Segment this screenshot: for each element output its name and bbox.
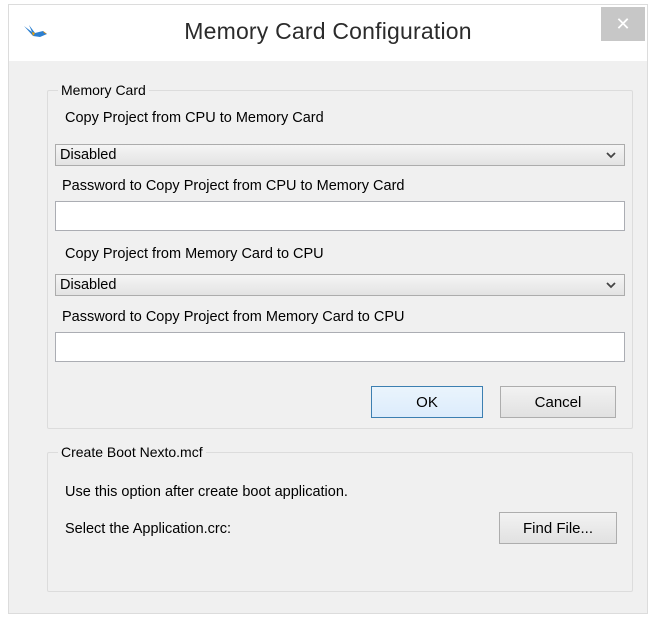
cancel-button[interactable]: Cancel	[500, 386, 616, 418]
create-boot-legend: Create Boot Nexto.mcf	[58, 444, 206, 460]
password-card-to-cpu-field[interactable]	[55, 332, 625, 362]
select-application-label: Select the Application.crc:	[65, 521, 232, 537]
title-bar[interactable]: Memory Card Configuration ✕	[9, 5, 647, 61]
copy-cpu-to-card-value: Disabled	[60, 147, 117, 163]
copy-card-to-cpu-label: Copy Project from Memory Card to CPU	[65, 246, 324, 262]
memory-card-configuration-dialog: Memory Card Configuration ✕ Memory Card …	[8, 4, 648, 614]
close-button[interactable]: ✕	[601, 7, 645, 41]
copy-cpu-to-card-select[interactable]: Disabled	[55, 144, 625, 166]
boot-info-text: Use this option after create boot applic…	[65, 484, 348, 500]
close-icon: ✕	[615, 13, 631, 34]
memory-card-legend: Memory Card	[58, 82, 149, 98]
chevron-down-icon	[606, 282, 616, 289]
ok-button[interactable]: OK	[371, 386, 483, 418]
password-cpu-to-card-label: Password to Copy Project from CPU to Mem…	[62, 178, 405, 194]
chevron-down-icon	[606, 152, 616, 159]
find-file-button[interactable]: Find File...	[499, 512, 617, 544]
copy-cpu-to-card-label: Copy Project from CPU to Memory Card	[65, 110, 324, 126]
copy-card-to-cpu-select[interactable]: Disabled	[55, 274, 625, 296]
window-title: Memory Card Configuration	[184, 18, 472, 44]
password-card-to-cpu-label: Password to Copy Project from Memory Car…	[62, 309, 405, 325]
password-cpu-to-card-field[interactable]	[55, 201, 625, 231]
copy-card-to-cpu-value: Disabled	[60, 277, 117, 293]
